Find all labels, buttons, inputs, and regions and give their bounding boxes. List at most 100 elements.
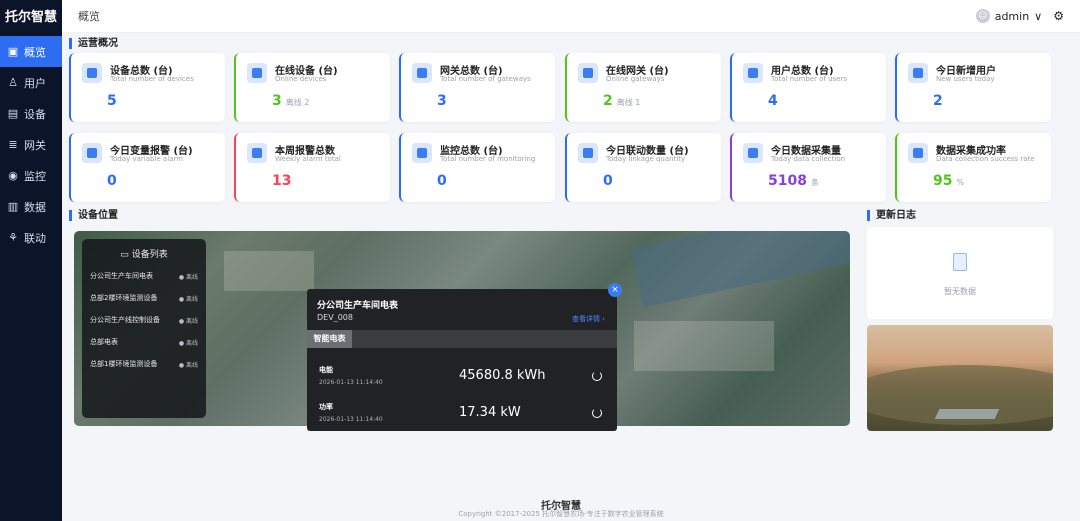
- stat-icon: [82, 143, 102, 163]
- sidebar-item-devices[interactable]: ▤ 设备: [0, 98, 62, 129]
- device-list-item[interactable]: 分公司生产车间电表 ● 离线: [82, 265, 206, 287]
- stat-card: 在线设备 (台) Online devices 3 离线 2: [234, 53, 390, 122]
- stat-subtitle: Online gateways: [606, 75, 665, 83]
- stat-icon: [247, 63, 267, 83]
- metric-time: 2026-01-13 11:14:40: [319, 379, 383, 386]
- stat-card: 在线网关 (台) Online gateways 2 离线 1: [565, 53, 721, 122]
- stat-value: 0: [603, 173, 613, 189]
- device-list-item[interactable]: 总部1楼环境监测设备 ● 离线: [82, 353, 206, 375]
- device-list-item[interactable]: 总部电表 ● 离线: [82, 331, 206, 353]
- stat-value: 0: [107, 173, 117, 189]
- device-popup: 分公司生产车间电表 DEV_008 查看详情 › 智能电表 电能 2026-01…: [307, 289, 617, 431]
- stat-value: 13: [272, 173, 292, 189]
- stat-extra: 条: [810, 178, 819, 187]
- stat-subtitle: Today variable alarm: [110, 155, 184, 163]
- status-badge: ● 离线: [178, 273, 198, 281]
- stat-icon: [247, 143, 267, 163]
- empty-state-text: 暂无数据: [944, 287, 976, 296]
- gear-icon[interactable]: ⚙: [1053, 9, 1064, 23]
- stat-card: 今日新增用户 New users today 2: [895, 53, 1051, 122]
- stat-value: 95%: [933, 173, 965, 189]
- stat-value: 5: [107, 93, 117, 109]
- linkage-icon: ⚘: [8, 231, 18, 244]
- app-logo: 托尔智慧: [4, 10, 57, 25]
- sidebar-item-label: 用户: [24, 76, 46, 90]
- update-log-panel: [867, 227, 1053, 319]
- stat-value: 3 离线 2: [272, 93, 310, 109]
- sidebar: 托尔智慧 ▣ 概览 ♙ 用户 ▤ 设备 ≣ 网关 ◉ 监控 ▥ 数据 ⚘ 联动: [0, 0, 62, 521]
- sidebar-item-label: 网关: [24, 138, 46, 152]
- tab-smart-meter[interactable]: 智能电表: [307, 330, 352, 348]
- popup-tab-bar: [307, 330, 617, 348]
- stat-value: 5108 条: [768, 173, 819, 189]
- greenhouse-shape: [934, 409, 1000, 419]
- stat-subtitle: Total number of users: [771, 75, 848, 83]
- landscape-image: [867, 325, 1053, 431]
- stat-card: 今日变量报警 (台) Today variable alarm 0: [69, 133, 225, 202]
- dashboard-icon: ▣: [7, 45, 19, 58]
- stat-icon: [412, 63, 432, 83]
- stat-value: 2 离线 1: [603, 93, 641, 109]
- stat-card: 监控总数 (台) Total number of monitoring 0: [399, 133, 555, 202]
- bar-chart-icon: ▥: [7, 200, 19, 213]
- stat-subtitle: Today data collection: [771, 155, 846, 163]
- device-list-item[interactable]: 分公司生产线控制设备 ● 离线: [82, 309, 206, 331]
- stat-card: 今日数据采集量 Today data collection 5108 条: [730, 133, 886, 202]
- username[interactable]: admin: [995, 10, 1029, 23]
- stat-subtitle: Total number of gateways: [440, 75, 531, 83]
- sidebar-item-label: 联动: [24, 231, 46, 245]
- device-icon: ▤: [7, 107, 19, 120]
- sidebar-item-gateways[interactable]: ≣ 网关: [0, 129, 62, 160]
- stat-subtitle: New users today: [936, 75, 995, 83]
- metric-name: 功率: [319, 403, 333, 411]
- popup-title: 分公司生产车间电表: [317, 301, 399, 311]
- stat-subtitle: Today linkage quantity: [606, 155, 686, 163]
- status-badge: ● 离线: [178, 339, 198, 347]
- device-list-panel: ▭ 设备列表 分公司生产车间电表 ● 离线 总部2楼环境监测设备 ● 离线 分公…: [82, 239, 206, 418]
- sidebar-item-users[interactable]: ♙ 用户: [0, 67, 62, 98]
- stat-card: 本周报警总数 Weekly alarm total 13: [234, 133, 390, 202]
- status-badge: ● 离线: [178, 361, 198, 369]
- status-badge: ● 离线: [178, 317, 198, 325]
- stat-card: 今日联动数量 (台) Today linkage quantity 0: [565, 133, 721, 202]
- device-list-item[interactable]: 总部2楼环境监测设备 ● 离线: [82, 287, 206, 309]
- metric-value: 45680.8 kWh: [459, 368, 546, 383]
- sidebar-item-label: 设备: [24, 107, 46, 121]
- close-icon[interactable]: ×: [608, 283, 622, 297]
- sidebar-item-overview[interactable]: ▣ 概览: [0, 36, 62, 67]
- stat-extra: 离线 1: [616, 98, 641, 107]
- stat-icon: [908, 143, 928, 163]
- map-river: [630, 231, 850, 308]
- stat-subtitle: Total number of devices: [110, 75, 194, 83]
- map-block: [224, 251, 314, 291]
- user-menu[interactable]: ☺ admin ∨ ⚙: [975, 9, 1064, 23]
- view-details-link[interactable]: 查看详情 ›: [572, 314, 605, 324]
- top-bar: 概览 ☺ admin ∨ ⚙: [62, 0, 1080, 33]
- gateway-icon: ≣: [8, 138, 18, 151]
- metric-time: 2026-01-13 11:14:40: [319, 416, 383, 423]
- stat-value: 3: [437, 93, 447, 109]
- breadcrumb: 概览: [78, 10, 100, 23]
- camera-icon: ◉: [8, 169, 18, 182]
- empty-clipboard-icon: [953, 253, 967, 271]
- stat-subtitle: Data collection success rate: [936, 155, 1035, 163]
- avatar[interactable]: ☺: [975, 9, 990, 23]
- stat-icon: [578, 63, 598, 83]
- status-badge: ● 离线: [178, 295, 198, 303]
- stat-icon: [412, 143, 432, 163]
- stat-icon: [743, 63, 763, 83]
- sidebar-item-data[interactable]: ▥ 数据: [0, 191, 62, 222]
- stat-icon: [82, 63, 102, 83]
- sidebar-item-label: 监控: [24, 169, 46, 183]
- sidebar-item-monitoring[interactable]: ◉ 监控: [0, 160, 62, 191]
- chevron-down-icon[interactable]: ∨: [1034, 10, 1042, 23]
- stat-extra: %: [956, 178, 965, 187]
- sidebar-item-label: 概览: [24, 45, 46, 59]
- section-title-ops: 运营概况: [69, 38, 118, 49]
- section-title-location: 设备位置: [69, 210, 118, 221]
- stat-card: 用户总数 (台) Total number of users 4: [730, 53, 886, 122]
- refresh-icon[interactable]: [592, 408, 602, 418]
- sidebar-item-linkage[interactable]: ⚘ 联动: [0, 222, 62, 253]
- refresh-icon[interactable]: [592, 371, 602, 381]
- metric-value: 17.34 kW: [459, 405, 521, 420]
